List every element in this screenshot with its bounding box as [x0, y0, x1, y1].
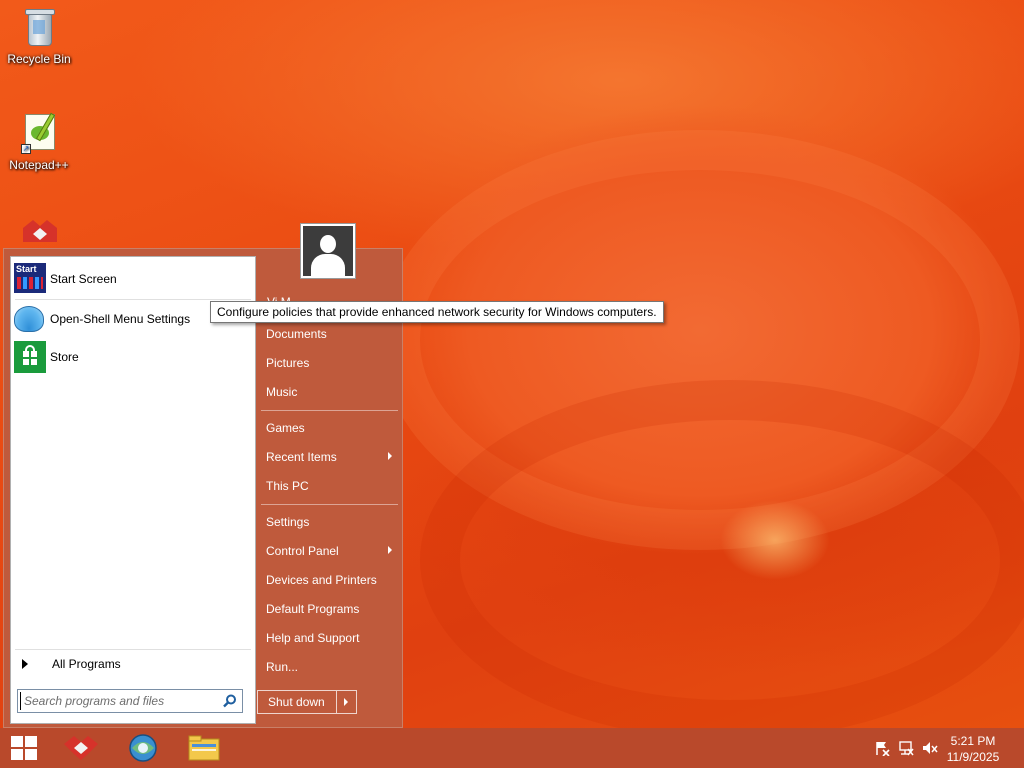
desktop-icon-recycle-bin[interactable]: Recycle Bin	[1, 6, 77, 66]
desktop-icon-partial-app[interactable]	[1, 214, 77, 248]
right-item-pictures[interactable]: Pictures	[266, 350, 400, 376]
right-item-this-pc[interactable]: This PC	[266, 473, 400, 499]
desktop-icon-label: Recycle Bin	[7, 52, 71, 66]
start-menu-left-pane: Start Start Screen Open-Shell Menu Setti…	[10, 256, 256, 724]
desktop-icon-label: Notepad++	[9, 158, 69, 172]
store-icon	[14, 341, 46, 373]
taskbar: 5:21 PM 11/9/2025	[0, 728, 1024, 768]
right-item-control-panel[interactable]: Control Panel	[266, 538, 400, 564]
taskbar-app-file-explorer[interactable]	[176, 728, 232, 768]
browser-globe-icon	[129, 734, 157, 762]
separator	[15, 299, 251, 300]
submenu-arrow-icon	[388, 546, 392, 554]
volume-muted-icon[interactable]	[922, 740, 938, 756]
right-item-run[interactable]: Run...	[266, 654, 400, 680]
desktop-icon-notepadplusplus[interactable]: ↗ Notepad++	[1, 112, 77, 172]
right-item-settings[interactable]: Settings	[266, 509, 400, 535]
folder-icon	[188, 735, 220, 761]
tooltip: Configure policies that provide enhanced…	[210, 301, 664, 323]
windows-logo-icon	[11, 736, 37, 760]
pinned-item-start-screen[interactable]: Start Start Screen	[14, 261, 252, 297]
wallpaper-glow	[720, 500, 830, 580]
search-input[interactable]	[20, 692, 216, 710]
right-item-default-programs[interactable]: Default Programs	[266, 596, 400, 622]
pinned-item-label: Start Screen	[50, 272, 117, 286]
start-button[interactable]	[0, 728, 56, 768]
right-item-documents[interactable]: Documents	[266, 321, 400, 347]
right-item-music[interactable]: Music	[266, 379, 400, 405]
triangle-right-icon	[22, 659, 28, 669]
right-item-games[interactable]: Games	[266, 415, 400, 441]
start-search-box[interactable]	[17, 689, 243, 713]
all-programs-button[interactable]: All Programs	[14, 653, 252, 675]
all-programs-label: All Programs	[52, 657, 121, 671]
separator	[15, 649, 251, 650]
taskbar-app-browser[interactable]	[116, 728, 172, 768]
shutdown-options-arrow-icon[interactable]	[337, 691, 356, 713]
red-diamond-app-icon	[64, 736, 98, 760]
shell-icon	[14, 303, 46, 335]
user-picture[interactable]	[300, 223, 356, 279]
pinned-item-store[interactable]: Store	[14, 339, 252, 375]
user-avatar-icon	[303, 226, 353, 276]
shutdown-button[interactable]: Shut down	[258, 691, 337, 713]
network-icon[interactable]	[898, 740, 914, 756]
separator	[261, 504, 398, 505]
clock-date: 11/9/2025	[946, 750, 1000, 764]
pinned-item-label: Open-Shell Menu Settings	[50, 312, 191, 326]
pinned-item-label: Store	[50, 350, 79, 364]
submenu-arrow-icon	[388, 452, 392, 460]
right-item-devices-and-printers[interactable]: Devices and Printers	[266, 567, 400, 593]
taskbar-app-red-diamond[interactable]	[54, 728, 110, 768]
start-screen-icon: Start	[14, 263, 46, 295]
search-icon[interactable]	[223, 694, 237, 708]
clock-time: 5:21 PM	[950, 734, 996, 748]
recycle-bin-icon	[19, 6, 59, 50]
right-item-help-and-support[interactable]: Help and Support	[266, 625, 400, 651]
tooltip-text: Configure policies that provide enhanced…	[217, 305, 657, 319]
shutdown-button-group: Shut down	[257, 690, 357, 714]
right-item-recent-items[interactable]: Recent Items	[266, 444, 400, 470]
action-center-flag-icon[interactable]	[874, 740, 890, 756]
notepadplusplus-icon: ↗	[19, 112, 59, 156]
taskbar-clock[interactable]: 5:21 PM 11/9/2025	[938, 733, 1008, 765]
separator	[261, 410, 398, 411]
